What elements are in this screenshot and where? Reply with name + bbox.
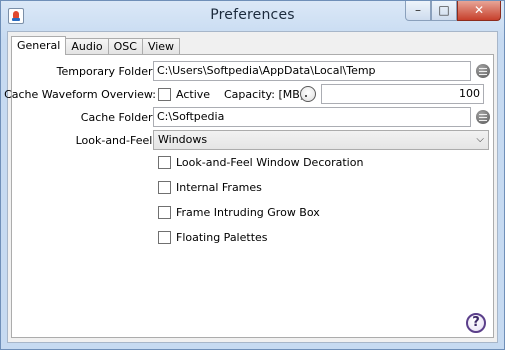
laf-selected-value: Windows <box>158 133 208 146</box>
laf-window-decoration-checkbox[interactable] <box>158 156 171 169</box>
temp-folder-label: Temporary Folder: <box>56 65 156 78</box>
internal-frames-checkbox[interactable] <box>158 181 171 194</box>
title-bar[interactable]: Preferences – □ ✕ <box>1 1 504 31</box>
tab-audio[interactable]: Audio <box>65 38 109 55</box>
tab-view[interactable]: View <box>141 38 181 55</box>
frame-intruding-grow-box-checkbox[interactable] <box>158 206 171 219</box>
cache-folder-browse-icon[interactable] <box>476 110 490 124</box>
tab-general[interactable]: General <box>11 36 67 55</box>
help-button[interactable]: ? <box>466 313 486 333</box>
active-checkbox[interactable] <box>158 88 171 101</box>
capacity-label: Capacity: [MB] <box>224 88 305 101</box>
tab-strip: General Audio OSC View <box>11 36 181 55</box>
laf-label: Look-and-Feel: <box>75 134 156 147</box>
capacity-knob-icon[interactable] <box>300 86 316 102</box>
content-area: General Audio OSC View Temporary Folder:… <box>4 31 498 343</box>
maximize-button[interactable]: □ <box>431 1 457 21</box>
tab-osc[interactable]: OSC <box>107 38 143 55</box>
floating-palettes-label: Floating Palettes <box>176 231 268 244</box>
capacity-field[interactable]: 100 <box>321 84 484 104</box>
laf-select[interactable]: Windows ⌵ <box>153 130 489 150</box>
cache-folder-field[interactable]: C:\Softpedia <box>153 107 471 127</box>
chevron-down-icon: ⌵ <box>476 134 484 145</box>
floating-palettes-checkbox[interactable] <box>158 231 171 244</box>
close-button[interactable]: ✕ <box>457 1 501 21</box>
laf-window-decoration-label: Look-and-Feel Window Decoration <box>176 156 364 169</box>
minimize-button[interactable]: – <box>405 1 431 21</box>
preferences-window: Preferences – □ ✕ General Audio OSC View… <box>0 0 505 350</box>
cache-folder-label: Cache Folder: <box>80 111 156 124</box>
temp-folder-field[interactable]: C:\Users\Softpedia\AppData\Local\Temp <box>153 61 471 81</box>
cache-overview-label: Cache Waveform Overview: <box>4 88 156 101</box>
active-label: Active <box>176 88 211 101</box>
temp-folder-browse-icon[interactable] <box>476 64 490 78</box>
frame-intruding-grow-box-label: Frame Intruding Grow Box <box>176 206 320 219</box>
internal-frames-label: Internal Frames <box>176 181 262 194</box>
general-panel: Temporary Folder: C:\Users\Softpedia\App… <box>4 54 494 338</box>
